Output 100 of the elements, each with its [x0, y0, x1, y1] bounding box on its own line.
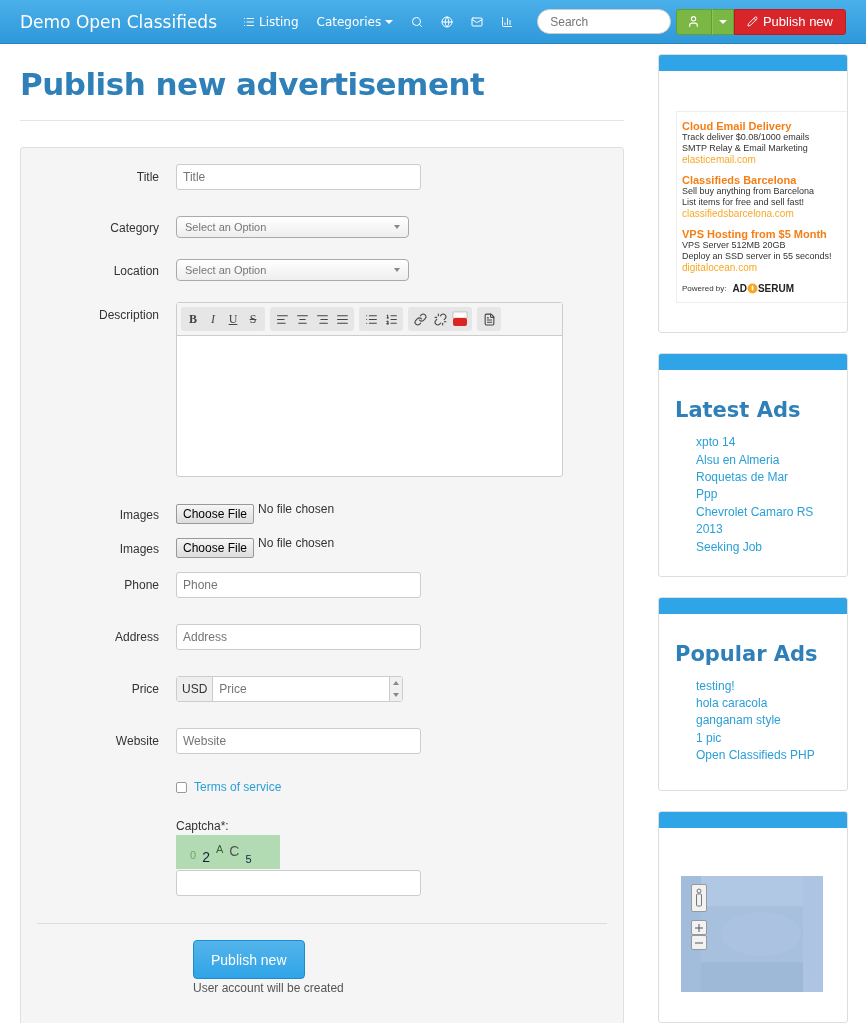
field-label: Phone: [123, 577, 160, 592]
unlink-icon: [433, 312, 447, 326]
format-button[interactable]: S: [243, 309, 263, 329]
caret-icon: [394, 225, 400, 229]
dropdown-toggle[interactable]: [711, 8, 734, 35]
ad-link[interactable]: Ppp: [696, 486, 826, 504]
field-label: Price: [130, 681, 160, 696]
choose-file-button[interactable]: Choose File: [176, 538, 255, 558]
caret-icon: [718, 19, 727, 24]
ad-title[interactable]: VPS Hosting from $5 Month: [682, 228, 842, 240]
ad-url[interactable]: elasticemail.com: [682, 154, 842, 165]
ad-url[interactable]: classifiedsbarcelona.com: [682, 208, 842, 219]
street-view-button[interactable]: [691, 884, 707, 913]
field-label: Images: [118, 541, 160, 556]
price-field[interactable]: USD Price: [176, 676, 403, 702]
text-field[interactable]: Title: [176, 164, 421, 190]
rich-text-editor[interactable]: B I U S: [176, 302, 563, 477]
video-button[interactable]: [450, 309, 470, 329]
ad-link[interactable]: Alsu en Almeria: [696, 451, 826, 470]
price-input[interactable]: Price: [213, 677, 389, 701]
zoom-out-button[interactable]: [691, 935, 707, 951]
caret-icon: [394, 268, 400, 272]
captcha-field[interactable]: [176, 870, 421, 896]
field-label: Title: [135, 169, 160, 184]
file-status: No file chosen: [258, 502, 335, 516]
search-field[interactable]: Search: [537, 9, 672, 34]
ad-link[interactable]: xpto 14: [696, 434, 826, 452]
checkbox[interactable]: [176, 781, 187, 793]
ad-link[interactable]: testing!: [696, 677, 826, 696]
logo-text: SERUM: [757, 282, 795, 294]
user-button[interactable]: [675, 8, 712, 35]
nav-icon-button[interactable]: [411, 15, 424, 28]
nav-icon-button[interactable]: [471, 15, 484, 28]
field-label: Category: [109, 220, 160, 235]
video-icon: [452, 311, 468, 327]
format-button[interactable]: I: [203, 309, 223, 329]
widget-title: Popular Ads: [674, 640, 819, 668]
ad-text: SMTP Relay & Email Marketing: [682, 143, 809, 154]
spin-up-button[interactable]: [390, 677, 402, 689]
ad-text: Sell buy anything from Barcelona: [682, 186, 816, 197]
text-field[interactable]: Address: [176, 624, 421, 650]
select-dropdown[interactable]: Select an Option: [176, 216, 409, 238]
ad-text: List items for free and sell fast!: [682, 197, 806, 208]
search-icon: [411, 15, 424, 28]
align-right-icon: [315, 312, 329, 326]
nav-icon-button[interactable]: [501, 15, 514, 28]
field-label: Website: [114, 733, 160, 748]
site-brand[interactable]: Demo Open Classifieds: [20, 11, 217, 32]
categories-menu[interactable]: Categories: [316, 14, 394, 29]
publish-button[interactable]: Publish new: [733, 8, 846, 35]
link-icon: [413, 312, 427, 326]
ad-link[interactable]: hola caracola: [696, 695, 826, 713]
drop-icon: [746, 282, 758, 294]
zoom-in-button[interactable]: [691, 920, 707, 936]
field-label: Address: [113, 629, 160, 644]
ad-link[interactable]: ganganam style: [696, 712, 826, 730]
field-label: Description: [97, 307, 160, 322]
file-status: No file chosen: [258, 536, 335, 550]
ad-link[interactable]: 1 pic: [696, 729, 826, 748]
widget-title: Latest Ads: [674, 397, 802, 425]
captcha-label: Captcha*:: [176, 819, 230, 833]
ad-url[interactable]: digitalocean.com: [682, 262, 842, 273]
align-center-icon: [295, 312, 309, 326]
document-icon: [482, 312, 496, 326]
page-title: Publish new advertisement: [20, 44, 624, 121]
ad-link[interactable]: Chevrolet Camaro RS 2013: [696, 503, 826, 539]
pencil-icon: [746, 16, 758, 27]
nav-icon-button[interactable]: [441, 15, 454, 28]
choose-file-button[interactable]: Choose File: [176, 504, 255, 524]
select-dropdown[interactable]: Select an Option: [176, 259, 409, 281]
plus-icon: [695, 923, 703, 932]
ad-link[interactable]: Roquetas de Mar: [696, 469, 826, 487]
ad-text: Track deliver $0.08/1000 emails: [682, 132, 811, 143]
ad-link[interactable]: Open Classifieds PHP: [696, 747, 826, 765]
field-label: Images: [118, 507, 160, 522]
logo-text: AD: [732, 282, 747, 294]
listing-link[interactable]: Listing: [243, 14, 299, 29]
captcha-image: 0 2 A C 5: [176, 835, 280, 869]
ad-title[interactable]: Cloud Email Delivery: [682, 120, 842, 132]
align-left-icon: [275, 312, 289, 326]
ad-text: Deploy an SSD server in 55 seconds!: [682, 251, 833, 262]
terms-link[interactable]: Terms of service: [194, 780, 282, 794]
text-field[interactable]: Website: [176, 728, 421, 754]
format-button[interactable]: U: [223, 309, 243, 329]
text-field[interactable]: Phone: [176, 572, 421, 598]
format-button[interactable]: B: [183, 309, 203, 329]
signal-bars-icon: [501, 15, 514, 28]
field-label: Location: [112, 263, 160, 278]
submit-button[interactable]: Publish new: [193, 940, 305, 979]
account-note: User account will be created: [193, 981, 345, 995]
bullet-list-icon: [364, 312, 378, 326]
currency-addon: USD: [177, 677, 214, 701]
ad-title[interactable]: Classifieds Barcelona: [682, 174, 842, 186]
caret-icon: [385, 19, 394, 24]
powered-by-label: Powered by:: [682, 283, 727, 293]
user-icon: [687, 15, 701, 28]
ad-link[interactable]: Seeking Job: [696, 538, 826, 557]
spin-down-button[interactable]: [390, 689, 402, 701]
globe-icon: [441, 15, 454, 28]
ad-text: VPS Server 512MB 20GB: [682, 240, 787, 251]
